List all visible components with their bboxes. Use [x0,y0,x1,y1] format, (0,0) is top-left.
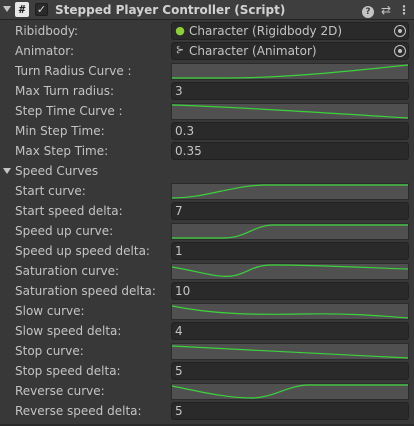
slow-curve-row: Slow curve: [0,301,414,321]
speed-up-curve-line [172,224,408,239]
component-title: Stepped Player Controller (Script) [55,3,286,17]
max-turn-radius-value: 3 [175,84,183,98]
enabled-checkbox[interactable]: ✓ [35,3,48,16]
speed-up-curve-field[interactable] [171,223,409,240]
max-step-time-row: Max Step Time: 0.35 [0,141,414,161]
rigidbody-label: Ribidbody: [15,24,79,38]
foldout-arrow-icon[interactable] [3,6,11,12]
speed-up-speed-delta-value: 1 [175,244,183,258]
speed-up-speed-delta-input[interactable]: 1 [171,242,409,260]
saturation-curve-field[interactable] [171,263,409,280]
object-picker-icon[interactable] [394,25,406,37]
saturation-speed-delta-value: 10 [175,284,191,298]
object-picker-icon[interactable] [394,45,406,57]
reverse-speed-delta-label: Reverse speed delta: [15,404,142,418]
start-speed-delta-value: 7 [175,204,183,218]
slow-speed-delta-input[interactable]: 4 [171,322,409,340]
speed-up-curve-row: Speed up curve: [0,221,414,241]
stop-curve-row: Stop curve: [0,341,414,361]
kebab-menu-icon[interactable]: ⋮ [396,2,412,18]
min-step-time-label: Min Step Time: [15,124,105,138]
step-time-curve-label: Step Time Curve : [15,104,123,118]
stop-speed-delta-label: Stop speed delta: [15,364,121,378]
start-speed-delta-row: Start speed delta: 7 [0,201,414,221]
speed-up-curve-label: Speed up curve: [15,224,114,238]
script-icon: # [15,2,29,17]
step-time-curve-line [172,104,408,119]
start-curve-line [172,184,408,199]
rigidbody-row: Ribidbody: ● Character (Rigidbody 2D) [0,21,414,41]
reverse-curve-line [172,384,408,399]
start-curve-field[interactable] [171,183,409,200]
max-step-time-label: Max Step Time: [15,144,109,158]
slow-curve-label: Slow curve: [15,304,85,318]
max-step-time-value: 0.35 [175,144,202,158]
saturation-speed-delta-label: Saturation speed delta: [15,284,156,298]
stop-curve-field[interactable] [171,343,409,360]
max-step-time-input[interactable]: 0.35 [171,142,409,160]
reverse-speed-delta-row: Reverse speed delta: 5 [0,401,414,421]
min-step-time-value: 0.3 [175,124,195,138]
animator-label: Animator: [15,44,75,58]
min-step-time-input[interactable]: 0.3 [171,122,409,140]
slow-speed-delta-row: Slow speed delta: 4 [0,321,414,341]
saturation-curve-row: Saturation curve: [0,261,414,281]
slow-curve-line [172,305,408,319]
start-speed-delta-label: Start speed delta: [15,204,123,218]
saturation-speed-delta-input[interactable]: 10 [171,282,409,300]
slow-speed-delta-label: Slow speed delta: [15,324,122,338]
reverse-curve-row: Reverse curve: [0,381,414,401]
preset-icon[interactable]: ⇄ [378,2,394,18]
slow-speed-delta-value: 4 [175,324,183,338]
turn-radius-curve-row: Turn Radius Curve : [0,61,414,81]
reverse-curve-field[interactable] [171,383,409,400]
speed-curves-foldout[interactable]: Speed Curves [0,161,414,181]
step-time-curve-row: Step Time Curve : [0,101,414,121]
reverse-speed-delta-input[interactable]: 5 [171,402,409,420]
stop-curve-label: Stop curve: [15,344,84,358]
stop-speed-delta-value: 5 [175,364,183,378]
saturation-speed-delta-row: Saturation speed delta: 10 [0,281,414,301]
stop-curve-line [172,345,408,359]
max-turn-radius-label: Max Turn radius: [15,84,115,98]
rigidbody-value: Character (Rigidbody 2D) [189,24,343,38]
start-speed-delta-input[interactable]: 7 [171,202,409,220]
saturation-curve-line [172,264,408,277]
max-turn-radius-input[interactable]: 3 [171,82,409,100]
animator-value: Character (Animator) [189,44,317,58]
reverse-curve-label: Reverse curve: [15,384,105,398]
step-time-curve-field[interactable] [171,103,409,120]
min-step-time-row: Min Step Time: 0.3 [0,121,414,141]
turn-radius-curve-field[interactable] [171,63,409,80]
speed-up-speed-delta-label: Speed up speed delta: [15,244,150,258]
turn-radius-curve-label: Turn Radius Curve : [15,64,132,78]
foldout-expanded-icon[interactable] [3,168,11,174]
animator-row: Animator: ⊱ Character (Animator) [0,41,414,61]
rigidbody-object-field[interactable]: ● Character (Rigidbody 2D) [171,22,409,40]
start-curve-label: Start curve: [15,184,86,198]
speed-curves-label: Speed Curves [15,164,99,178]
start-curve-row: Start curve: [0,181,414,201]
animator-icon: ⊱ [175,45,185,56]
saturation-curve-label: Saturation curve: [15,264,120,278]
speed-up-speed-delta-row: Speed up speed delta: 1 [0,241,414,261]
animator-object-field[interactable]: ⊱ Character (Animator) [171,42,409,60]
reverse-speed-delta-value: 5 [175,404,183,418]
rigidbody-2d-icon: ● [175,24,185,37]
turn-radius-curve-line [172,64,408,79]
stop-speed-delta-input[interactable]: 5 [171,362,409,380]
component-header[interactable]: # ✓ Stepped Player Controller (Script) ?… [0,0,414,20]
stop-speed-delta-row: Stop speed delta: 5 [0,361,414,381]
slow-curve-field[interactable] [171,303,409,320]
help-icon[interactable]: ? [360,2,376,18]
max-turn-radius-row: Max Turn radius: 3 [0,81,414,101]
